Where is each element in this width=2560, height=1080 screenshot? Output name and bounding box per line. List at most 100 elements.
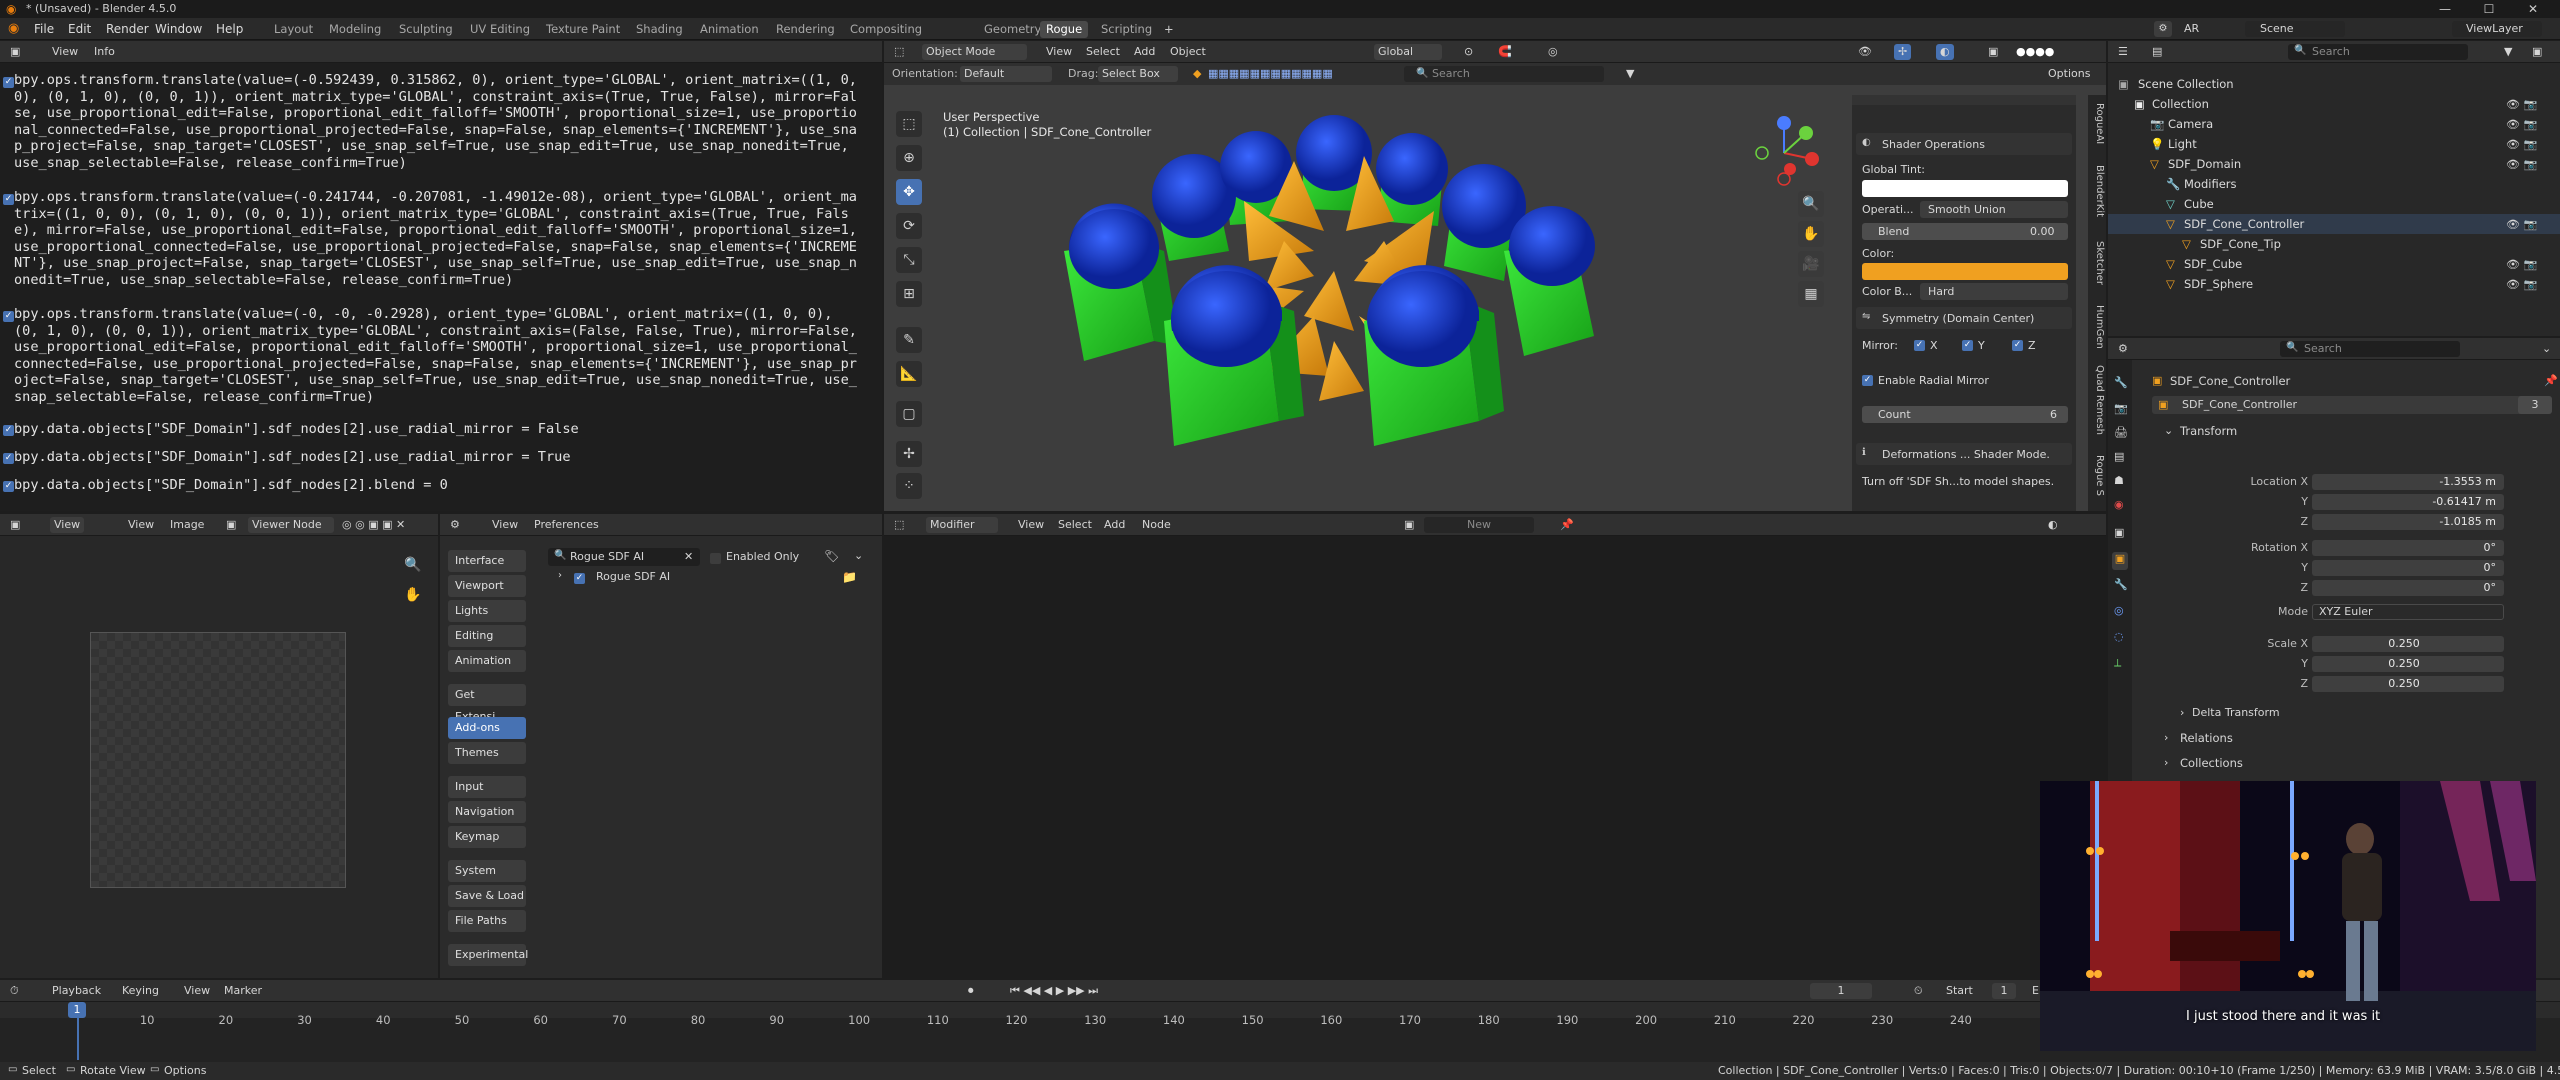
world-tab-icon[interactable]: ◉ — [2114, 498, 2124, 511]
editor-type-icon[interactable]: ☰ — [2114, 44, 2132, 60]
prefs-tab-navigation[interactable]: Navigation — [448, 801, 526, 823]
visibility-icon[interactable]: 👁 — [1854, 44, 1876, 60]
visibility-toggle-icon[interactable]: 👁 📷 — [2506, 158, 2537, 171]
node-menu-select[interactable]: Select — [1054, 517, 1096, 533]
render-tab-icon[interactable]: 📷 — [2114, 402, 2128, 415]
log-checkbox-icon[interactable]: ✓ — [3, 77, 14, 88]
pin-icon[interactable]: 📌 — [2544, 374, 2558, 387]
info-menu-view[interactable]: View — [48, 44, 82, 60]
filter-icon[interactable]: ▼ — [2500, 44, 2516, 60]
rotation-x-field[interactable]: 0° — [2312, 540, 2504, 556]
prefs-tab-lights[interactable]: Lights — [448, 600, 526, 622]
rotation-y-field[interactable]: 0° — [2312, 560, 2504, 576]
pan-icon[interactable]: ✋ — [400, 582, 426, 608]
editor-type-icon[interactable]: ⚙ — [2114, 341, 2132, 357]
outliner-item-sdf-domain[interactable]: SDF_Domain — [2168, 154, 2241, 174]
editor-type-icon[interactable]: ▣ — [6, 517, 24, 533]
menu-help[interactable]: Help — [216, 22, 243, 36]
tab-rogue[interactable]: Rogue — [1040, 21, 1089, 38]
clear-search-icon[interactable]: ✕ — [684, 550, 693, 563]
location-x-field[interactable]: -1.3553 m — [2312, 474, 2504, 490]
timeline-menu-marker[interactable]: Marker — [220, 983, 266, 999]
log-entry[interactable]: bpy.data.objects["SDF_Domain"].sdf_nodes… — [14, 421, 860, 438]
timeline-menu-keying[interactable]: Keying — [118, 983, 163, 999]
log-checkbox-icon[interactable]: ✓ — [3, 453, 14, 464]
pin-icon[interactable]: 📌 — [1556, 517, 1578, 533]
move-tool-icon[interactable]: ✥ — [896, 179, 922, 205]
transform-tool-icon[interactable]: ⊞ — [896, 281, 922, 307]
log-checkbox-icon[interactable]: ✓ — [3, 425, 14, 436]
playhead-frame[interactable]: 1 — [68, 1002, 86, 1018]
visibility-toggle-icon[interactable]: 👁 📷 — [2506, 138, 2537, 151]
collections-expand-icon[interactable]: › — [2164, 756, 2168, 769]
prefs-tab-file-paths[interactable]: File Paths — [448, 910, 526, 932]
prefs-tab-add-ons[interactable]: Add-ons — [448, 717, 526, 739]
outliner-item-light[interactable]: Light — [2168, 134, 2197, 154]
rotate-tool-icon[interactable]: ⟳ — [896, 213, 922, 239]
visibility-toggle-icon[interactable]: 👁 📷 — [2506, 218, 2537, 231]
pivot-icon[interactable]: ⊙ — [1460, 44, 1477, 60]
zoom-icon[interactable]: 🔍 — [1798, 191, 1824, 217]
log-entry[interactable]: bpy.ops.transform.translate(value=(-0.24… — [14, 189, 860, 288]
viewport-menu-object[interactable]: Object — [1166, 44, 1210, 60]
log-checkbox-icon[interactable]: ✓ — [3, 481, 14, 492]
menu-render[interactable]: Render — [106, 22, 149, 36]
editor-type-icon[interactable]: ⬚ — [890, 517, 908, 533]
scale-y-field[interactable]: 0.250 — [2312, 656, 2504, 672]
image-browse-icon[interactable]: ▣ — [222, 517, 240, 533]
npanel-tab-rogueai[interactable]: RogueAI — [2090, 103, 2105, 144]
collection-tab-icon[interactable]: ▣ — [2114, 526, 2124, 539]
tab-modeling[interactable]: Modeling — [323, 21, 387, 38]
prefs-tab-keymap[interactable]: Keymap — [448, 826, 526, 848]
menu-window[interactable]: Window — [155, 22, 202, 36]
prefs-tab-themes[interactable]: Themes — [448, 742, 526, 764]
relations-expand-icon[interactable]: › — [2164, 731, 2168, 744]
color-palette-icon[interactable]: ◆ — [1189, 66, 1205, 82]
node-menu-add[interactable]: Add — [1100, 517, 1129, 533]
scene-tab-icon[interactable]: ☗ — [2114, 474, 2124, 487]
visibility-toggle-icon[interactable]: 👁 📷 — [2506, 278, 2537, 291]
blender-menu-icon[interactable]: ◉ — [8, 21, 19, 36]
addon-enabled-checkbox[interactable]: ✓ — [574, 573, 585, 584]
prefs-tab-animation[interactable]: Animation — [448, 650, 526, 672]
select-box-tool-icon[interactable]: ⬚ — [896, 111, 922, 137]
log-entry[interactable]: bpy.ops.transform.translate(value=(-0.59… — [14, 72, 860, 171]
node-menu-node[interactable]: Node — [1138, 517, 1175, 533]
tab-uv-editing[interactable]: UV Editing — [464, 21, 536, 38]
log-entry[interactable]: bpy.data.objects["SDF_Domain"].sdf_nodes… — [14, 449, 860, 466]
new-node-tree-button[interactable]: New — [1424, 517, 1534, 533]
user-count[interactable]: 3 — [2518, 396, 2552, 414]
npanel-tab-quad-remesh[interactable]: Quad Remesh — [2090, 365, 2105, 435]
snap-icon[interactable]: 🧲 — [1494, 44, 1516, 60]
menu-edit[interactable]: Edit — [68, 22, 91, 36]
view-layer-tab-icon[interactable]: ▤ — [2114, 450, 2124, 463]
extra-tool-icon-2[interactable]: ⁘ — [896, 473, 922, 499]
particles-tab-icon[interactable]: ◎ — [2114, 604, 2124, 617]
record-icon[interactable]: ⏺ — [964, 983, 978, 999]
color-swatch[interactable] — [1862, 263, 2068, 280]
overlay-icon[interactable]: ◐ — [2044, 517, 2062, 533]
viewport-menu-add[interactable]: Add — [1130, 44, 1159, 60]
editor-type-icon[interactable]: ▣ — [6, 44, 24, 60]
start-frame-field[interactable]: 1 — [1992, 983, 2016, 999]
tab-rendering[interactable]: Rendering — [770, 21, 841, 38]
viewer-node-field[interactable]: Viewer Node — [248, 517, 334, 533]
playback-controls-icon[interactable]: ⏮ ◀◀ ◀ ▶ ▶▶ ⏭ — [1006, 983, 1102, 999]
physics-tab-icon[interactable]: ◌ — [2114, 630, 2124, 643]
menu-file[interactable]: File — [34, 22, 54, 36]
scene-collection-label[interactable]: Scene Collection — [2138, 74, 2234, 94]
tab-animation[interactable]: Animation — [694, 21, 765, 38]
outliner-item-modifiers[interactable]: Modifiers — [2184, 174, 2237, 194]
object-tab-icon[interactable]: ▣ — [2112, 552, 2128, 570]
maximize-icon[interactable]: ☐ — [2470, 0, 2508, 18]
editor-type-icon[interactable]: ⚙ — [446, 517, 464, 533]
outliner-item-sdf-cube[interactable]: SDF_Cube — [2184, 254, 2242, 274]
add-cube-tool-icon[interactable]: ▢ — [896, 401, 922, 427]
mirror-x-checkbox[interactable]: ✓ — [1914, 340, 1925, 351]
location-y-field[interactable]: -0.61417 m — [2312, 494, 2504, 510]
scale-z-field[interactable]: 0.250 — [2312, 676, 2504, 692]
image-view-dropdown[interactable]: View — [50, 517, 85, 533]
prefs-tab-input[interactable]: Input — [448, 776, 526, 798]
prefs-menu-preferences[interactable]: Preferences — [530, 517, 603, 533]
tab-shading[interactable]: Shading — [630, 21, 689, 38]
